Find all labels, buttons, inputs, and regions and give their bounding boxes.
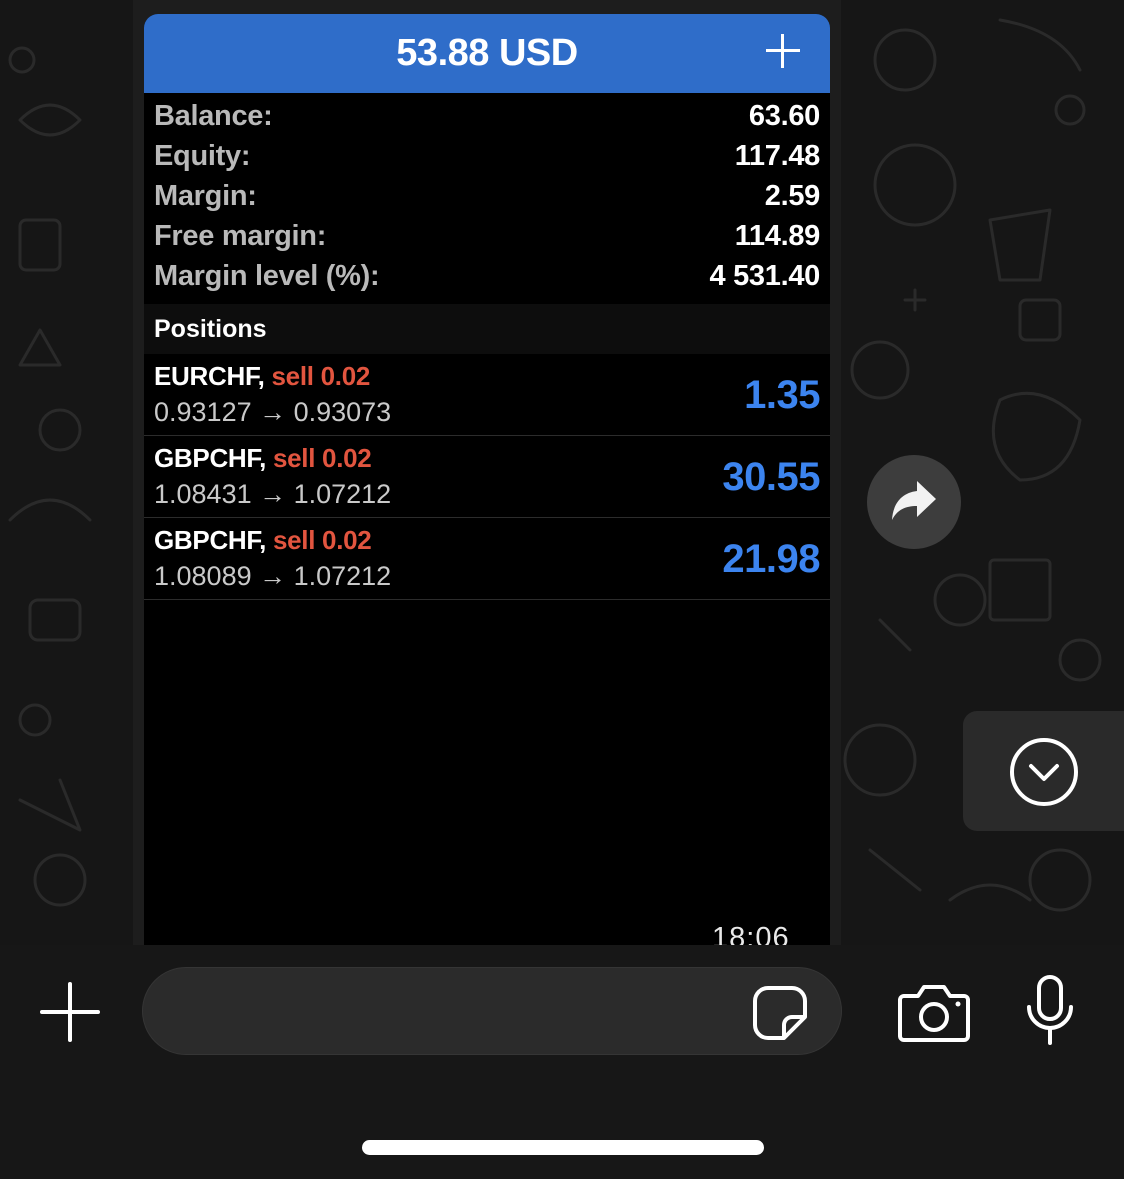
position-row: GBPCHF, sell 0.02 1.08431 → 1.07212 30.5… — [144, 436, 830, 518]
summary-value: 63.60 — [748, 100, 820, 132]
summary-value: 114.89 — [734, 220, 821, 252]
position-symbol: GBPCHF, — [154, 443, 267, 473]
position-symbol-line: GBPCHF, sell 0.02 — [154, 443, 372, 474]
summary-label: Margin: — [154, 180, 257, 212]
position-side: sell 0.02 — [272, 525, 372, 555]
position-side: sell 0.02 — [271, 361, 371, 391]
summary-value: 4 531.40 — [709, 260, 821, 292]
position-profit: 1.35 — [744, 373, 820, 417]
trading-screenshot-image[interactable]: 53.88 USD Balance: 63.60 Equity: 117.48 … — [144, 14, 830, 945]
summary-row-margin-level: Margin level (%): 4 531.40 — [144, 253, 830, 293]
home-indicator — [362, 1140, 764, 1155]
plus-icon — [766, 34, 800, 68]
position-side: sell 0.02 — [272, 443, 372, 473]
account-summary: Balance: 63.60 Equity: 117.48 Margin: 2.… — [144, 93, 830, 293]
sticker-button[interactable] — [752, 985, 808, 1041]
summary-value: 2.59 — [764, 180, 821, 212]
message-composer — [0, 945, 1124, 1179]
microphone-icon — [1027, 975, 1073, 1045]
positions-list: EURCHF, sell 0.02 0.93127 → 0.93073 1.35… — [144, 354, 830, 600]
summary-label: Equity: — [154, 140, 251, 172]
message-input[interactable] — [142, 967, 842, 1055]
position-profit: 30.55 — [722, 455, 820, 499]
position-profit: 21.98 — [722, 537, 820, 581]
camera-icon — [898, 985, 970, 1042]
position-row: GBPCHF, sell 0.02 1.08089 → 1.07212 21.9… — [144, 518, 830, 600]
camera-button[interactable] — [898, 982, 970, 1042]
positions-section-header: Positions — [144, 304, 830, 354]
forward-button[interactable] — [867, 455, 961, 549]
position-symbol: EURCHF, — [154, 361, 265, 391]
summary-row-balance: Balance: 63.60 — [144, 93, 830, 133]
positions-title: Positions — [154, 315, 267, 343]
sticker-icon — [753, 986, 807, 1040]
forward-arrow-icon — [892, 481, 936, 520]
summary-label: Margin level (%): — [154, 260, 380, 292]
summary-row-margin: Margin: 2.59 — [144, 173, 830, 213]
position-row: EURCHF, sell 0.02 0.93127 → 0.93073 1.35 — [144, 354, 830, 436]
summary-label: Free margin: — [154, 220, 327, 252]
summary-label: Balance: — [154, 100, 273, 132]
account-header: 53.88 USD — [144, 14, 830, 93]
position-prices: 1.08089 → 1.07212 — [154, 561, 392, 591]
attach-button[interactable] — [40, 982, 100, 1042]
position-symbol-line: EURCHF, sell 0.02 — [154, 361, 370, 392]
position-prices: 1.08431 → 1.07212 — [154, 479, 392, 509]
summary-value: 117.48 — [734, 140, 821, 172]
summary-row-equity: Equity: 117.48 — [144, 133, 830, 173]
microphone-button[interactable] — [1025, 975, 1075, 1047]
position-prices: 0.93127 → 0.93073 — [154, 397, 392, 427]
chevron-down-circle-icon — [1010, 738, 1078, 806]
position-symbol: GBPCHF, — [154, 525, 267, 555]
summary-row-free-margin: Free margin: 114.89 — [144, 213, 830, 253]
scroll-to-bottom-button[interactable] — [963, 711, 1124, 831]
position-symbol-line: GBPCHF, sell 0.02 — [154, 525, 372, 556]
account-profit-title: 53.88 USD — [396, 32, 578, 74]
